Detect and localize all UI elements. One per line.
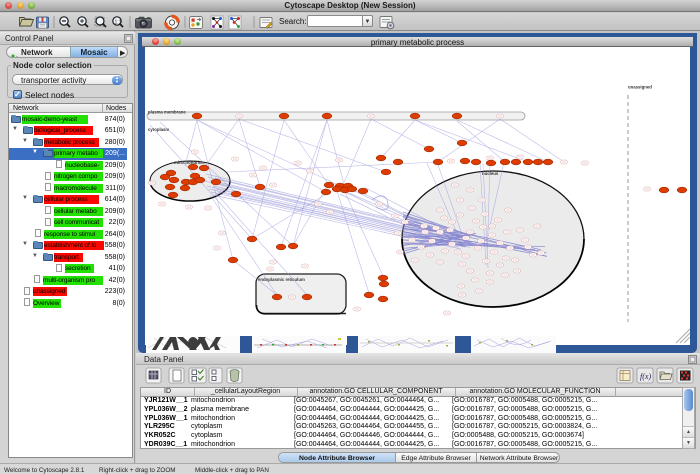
svg-text:nucleus: nucleus — [482, 171, 499, 176]
svg-text:unassigned: unassigned — [628, 85, 652, 90]
svg-text:f(x): f(x) — [640, 372, 651, 381]
svg-text:mitochondrion: mitochondrion — [174, 160, 204, 165]
svg-text:endoplasmic reticulum: endoplasmic reticulum — [258, 277, 305, 282]
svg-text:plasma membrane: plasma membrane — [148, 110, 186, 115]
